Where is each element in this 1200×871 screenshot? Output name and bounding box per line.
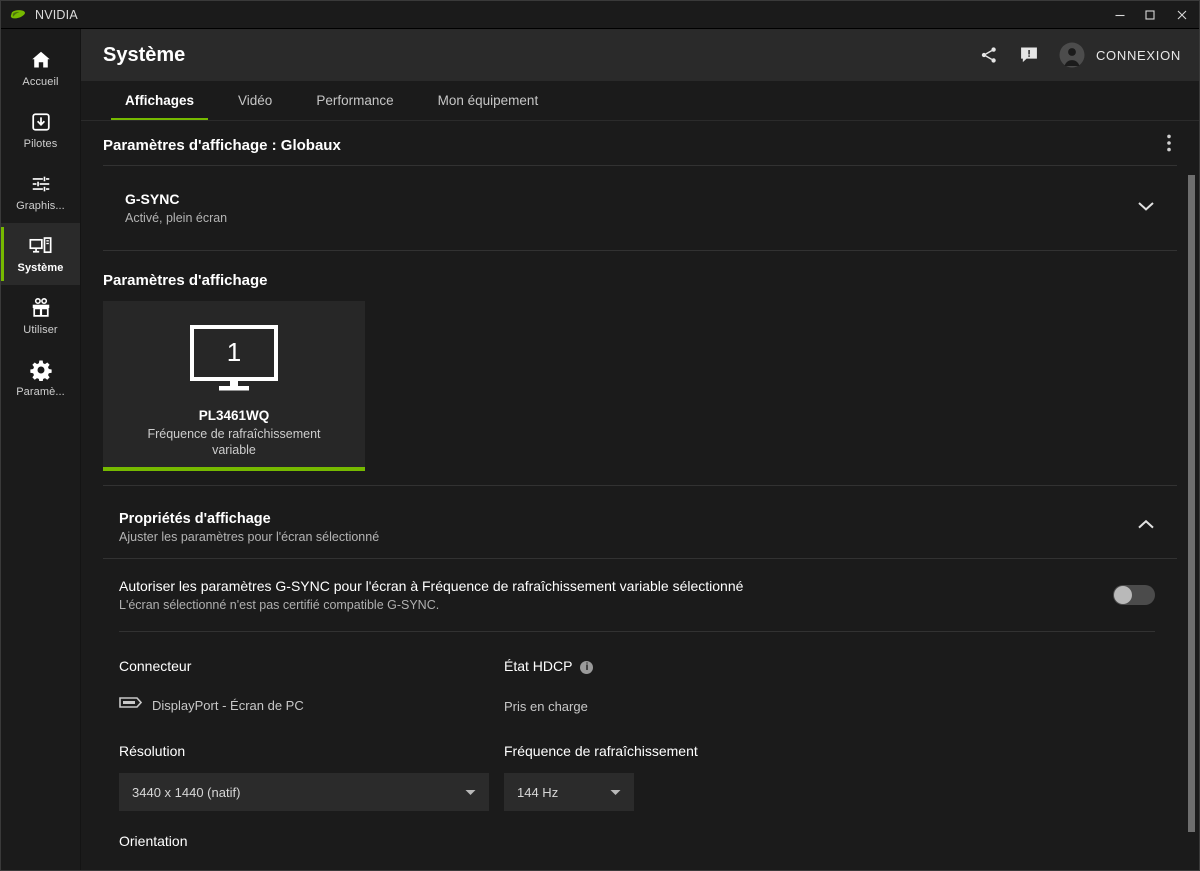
header-actions: CONNEXION [979, 42, 1181, 68]
display-properties-header[interactable]: Propriétés d'affichage Ajuster les param… [103, 496, 1177, 558]
login-button[interactable]: CONNEXION [1059, 42, 1181, 68]
download-icon [30, 111, 52, 133]
gsync-toggle-switch[interactable] [1113, 585, 1155, 605]
sidebar-item-label: Utiliser [23, 323, 58, 336]
chevron-up-icon[interactable] [1137, 518, 1177, 536]
hdcp-value: Pris en charge [504, 699, 588, 714]
more-vertical-icon[interactable] [1161, 130, 1177, 161]
display-settings-title: Paramètres d'affichage [103, 272, 268, 289]
login-label: CONNEXION [1095, 47, 1181, 63]
window-body: Accueil Pilotes Graphis... Système Utili… [1, 29, 1199, 870]
gear-icon [29, 359, 52, 382]
tab-affichages[interactable]: Affichages [103, 81, 216, 120]
page-header: Système CONNEXION [81, 29, 1199, 81]
chevron-down-icon[interactable] [1137, 199, 1177, 217]
sidebar-item-systeme[interactable]: Système [1, 223, 80, 285]
monitor-subtitle: Fréquence de rafraîchissement variable [147, 427, 321, 457]
tab-label: Vidéo [238, 93, 273, 108]
system-icon [29, 235, 52, 257]
nvidia-app-window: NVIDIA Accueil Pilotes Graphis... Systèm… [0, 0, 1200, 871]
sidebar: Accueil Pilotes Graphis... Système Utili… [1, 29, 81, 870]
gsync-value: Activé, plein écran [125, 211, 228, 225]
tab-label: Affichages [125, 93, 195, 108]
feedback-icon[interactable] [1019, 45, 1039, 65]
divider [103, 485, 1177, 486]
sidebar-item-parametres[interactable]: Paramè... [1, 347, 80, 409]
info-icon[interactable]: i [580, 661, 594, 674]
caret-down-icon [465, 783, 476, 801]
display-properties-panel: Propriétés d'affichage Ajuster les param… [103, 496, 1177, 849]
sidebar-item-label: Graphis... [16, 199, 65, 212]
resolution-field: Résolution 3440 x 1440 (natif) [119, 743, 504, 811]
orientation-label: Orientation [119, 833, 188, 849]
minimize-button[interactable] [1105, 1, 1135, 29]
caret-down-icon [610, 783, 621, 801]
window-title: NVIDIA [35, 7, 78, 22]
scrollbar-thumb[interactable] [1188, 175, 1195, 832]
toggle-knob [1114, 586, 1132, 604]
global-settings-header: Paramètres d'affichage : Globaux [103, 121, 1177, 165]
share-icon[interactable] [979, 45, 999, 65]
displayport-icon [119, 696, 143, 714]
refresh-rate-field: Fréquence de rafraîchissement 144 Hz [504, 743, 1177, 811]
tab-bar: Affichages Vidéo Performance Mon équipem… [81, 81, 1199, 121]
title-bar: NVIDIA [1, 1, 1199, 29]
global-settings-title: Paramètres d'affichage : Globaux [103, 136, 341, 154]
tab-video[interactable]: Vidéo [216, 81, 294, 120]
hdcp-label-row: État HDCP i [504, 658, 1177, 674]
avatar-icon [1059, 42, 1085, 68]
monitor-card[interactable]: 1 PL3461WQ Fréquence de rafraîchissement… [103, 301, 365, 471]
connector-label: Connecteur [119, 658, 192, 674]
gsync-label: G-SYNC [125, 191, 180, 207]
tab-mon-equipement[interactable]: Mon équipement [416, 81, 561, 120]
nvidia-eye-logo [10, 9, 26, 21]
svg-text:1: 1 [227, 337, 241, 367]
content-scrollbar[interactable] [1185, 121, 1197, 870]
hdcp-field: État HDCP i Pris en charge [504, 658, 1177, 714]
sidebar-item-label: Paramè... [16, 385, 65, 398]
monitor-name: PL3461WQ [198, 408, 270, 423]
gift-icon [30, 297, 52, 319]
resolution-select[interactable]: 3440 x 1440 (natif) [119, 773, 489, 811]
home-icon [30, 49, 52, 71]
gsync-toggle-note: L'écran sélectionné n'est pas certifié c… [119, 598, 440, 612]
resolution-refresh-row: Résolution 3440 x 1440 (natif) Fréquence… [119, 714, 1177, 811]
resolution-value: 3440 x 1440 (natif) [132, 784, 241, 800]
connector-field: Connecteur DisplayPort - Écran de PC [119, 658, 504, 714]
sidebar-item-utiliser[interactable]: Utiliser [1, 285, 80, 347]
sidebar-item-graphismes[interactable]: Graphis... [1, 161, 80, 223]
tab-performance[interactable]: Performance [294, 81, 415, 120]
monitor-icon: 1 [190, 325, 278, 396]
window-controls [1105, 1, 1199, 29]
page-title: Système [103, 43, 186, 66]
sliders-icon [30, 173, 52, 195]
sidebar-item-label: Pilotes [23, 137, 58, 150]
gsync-toggle-label: Autoriser les paramètres G-SYNC pour l'é… [119, 578, 744, 594]
gsync-toggle-row: Autoriser les paramètres G-SYNC pour l'é… [119, 559, 1177, 631]
content-scroll-area: Paramètres d'affichage : Globaux G-SYNC … [81, 121, 1199, 870]
close-button[interactable] [1165, 1, 1199, 29]
sidebar-item-pilotes[interactable]: Pilotes [1, 99, 80, 161]
sidebar-item-accueil[interactable]: Accueil [1, 37, 80, 99]
main-area: Système CONNEXION Affichages Vidéo Perfo… [81, 29, 1199, 870]
connector-hdcp-row: Connecteur DisplayPort - Écran de PC Éta… [119, 632, 1177, 714]
gsync-row[interactable]: G-SYNC Activé, plein écran [103, 166, 1177, 250]
sidebar-item-label: Accueil [22, 75, 59, 88]
sidebar-item-label: Système [17, 261, 64, 274]
tab-label: Performance [316, 93, 394, 108]
connector-value-row: DisplayPort - Écran de PC [119, 696, 504, 714]
resolution-label: Résolution [119, 743, 186, 759]
display-properties-body: Autoriser les paramètres G-SYNC pour l'é… [103, 559, 1177, 849]
connector-value: DisplayPort - Écran de PC [152, 697, 304, 713]
display-properties-subtitle: Ajuster les paramètres pour l'écran séle… [119, 529, 380, 544]
refresh-rate-value: 144 Hz [517, 784, 559, 800]
refresh-rate-label: Fréquence de rafraîchissement [504, 743, 698, 759]
display-properties-title: Propriétés d'affichage [119, 510, 271, 527]
hdcp-label: État HDCP [504, 658, 573, 674]
maximize-button[interactable] [1135, 1, 1165, 29]
tab-label: Mon équipement [437, 93, 539, 108]
refresh-rate-select[interactable]: 144 Hz [504, 773, 634, 811]
